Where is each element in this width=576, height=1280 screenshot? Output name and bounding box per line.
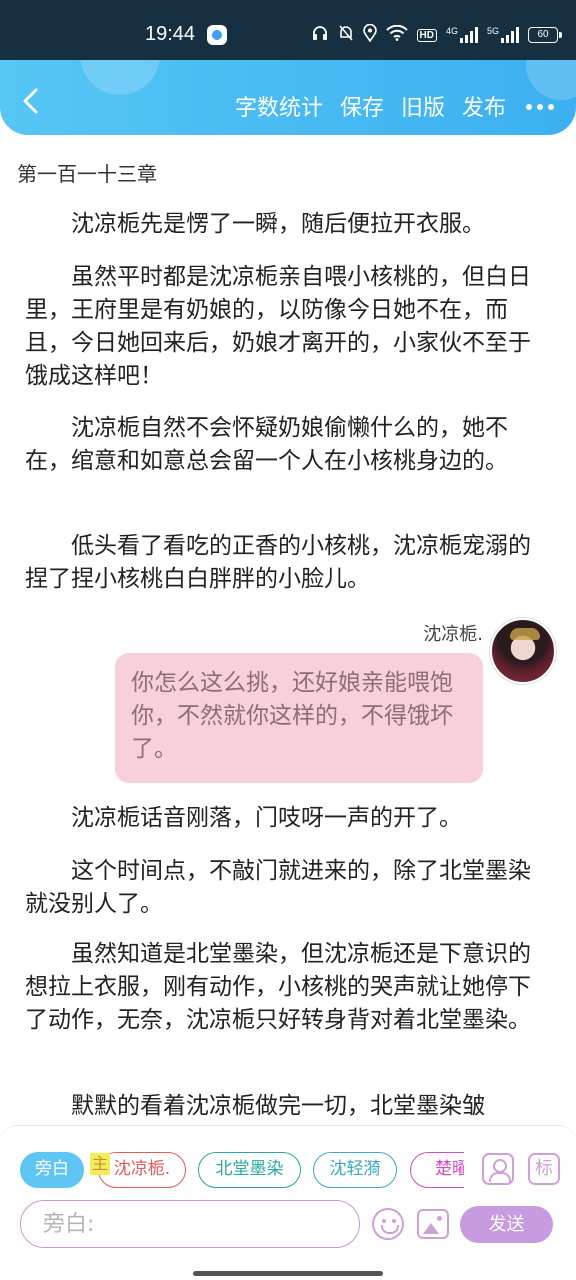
paragraph: 低头看了看吃的正香的小核桃，沈凉栀宠溺的捏了捏小核桃白白胖胖的小脸儿。	[25, 533, 531, 592]
status-bar: 19:44 HD 4G 5G 60	[0, 0, 576, 60]
send-button[interactable]: 发送	[460, 1206, 553, 1243]
dialog-speaker-name: 沈凉栀.	[423, 624, 483, 645]
mute-bell-icon	[338, 24, 354, 46]
role-chip[interactable]: 楚曜	[410, 1152, 464, 1188]
save-button[interactable]: 保存	[340, 90, 384, 122]
status-time: 19:44	[145, 23, 196, 45]
chapter-content[interactable]: 第一百一十三章 沈凉栀先是愣了一瞬，随后便拉开衣服。 虽然平时都是沈凉栀亲自喂小…	[0, 150, 576, 1125]
more-dot-icon	[548, 104, 554, 110]
role-chip[interactable]: 沈凉栀.	[98, 1152, 186, 1188]
speaker-avatar[interactable]	[490, 618, 556, 684]
battery-icon: 60	[528, 27, 562, 43]
headphones-icon	[311, 24, 329, 46]
paragraph: 虽然知道是北堂墨染，但沈凉栀还是下意识的想拉上衣服，刚有动作，小核桃的哭声就让她…	[25, 941, 531, 1033]
text-input-wrapper	[20, 1200, 360, 1248]
role-chip[interactable]: 沈轻漪	[313, 1152, 397, 1188]
app-notification-icon	[207, 25, 227, 45]
more-options-button[interactable]	[526, 102, 554, 110]
decorative-bubble	[80, 60, 160, 95]
dialog-bubble[interactable]: 你怎么这么挑，还好娘亲能喂饱你，不然就你这样的，不得饿坏了。	[115, 653, 483, 783]
paragraph: 虽然平时都是沈凉栀亲自喂小核桃的，但白日里，王府里是有奶娘的，以防像今日她不在，…	[25, 264, 531, 389]
more-dot-icon	[537, 104, 543, 110]
toolbar-actions: 字数统计 保存 旧版 发布	[235, 90, 576, 122]
paragraph: 沈凉栀话音刚落，门吱呀一声的开了。	[71, 805, 462, 831]
main-character-badge: 主	[90, 1153, 111, 1175]
tag-button[interactable]: 标	[528, 1153, 560, 1185]
signal-4g-icon: 4G	[446, 27, 478, 43]
status-icons: HD 4G 5G 60	[311, 22, 562, 48]
more-dot-icon	[526, 104, 532, 110]
role-selector: 旁白 沈凉栀. 北堂墨染 沈轻漪 楚曜	[20, 1152, 464, 1188]
back-button[interactable]	[20, 88, 42, 114]
paragraph: 沈凉栀先是愣了一瞬，随后便拉开衣服。	[71, 211, 485, 237]
chapter-title: 第一百一十三章	[17, 162, 157, 186]
paragraph: 这个时间点，不敲门就进来的，除了北堂墨染就没别人了。	[25, 858, 531, 917]
paragraph: 默默的看着沈凉栀做完一切，北堂墨染皱	[71, 1093, 485, 1119]
word-count-button[interactable]: 字数统计	[235, 90, 323, 122]
hd-voice-icon: HD	[416, 28, 437, 42]
emoji-icon[interactable]	[372, 1208, 404, 1240]
message-input[interactable]	[21, 1201, 359, 1247]
role-chip-narrator[interactable]: 旁白	[20, 1152, 84, 1188]
paragraph: 沈凉栀自然不会怀疑奶娘偷懒什么的，她不在，绾意和如意总会留一个人在小核桃身边的。	[25, 415, 508, 474]
publish-button[interactable]: 发布	[462, 90, 506, 122]
signal-5g-icon: 5G	[487, 27, 519, 43]
chevron-left-icon	[23, 88, 38, 114]
image-icon[interactable]	[417, 1209, 449, 1239]
character-manage-button[interactable]	[482, 1153, 514, 1185]
home-indicator[interactable]	[193, 1271, 383, 1276]
editor-toolbar: 字数统计 保存 旧版 发布	[0, 60, 576, 135]
location-icon	[362, 23, 377, 46]
role-chip[interactable]: 北堂墨染	[198, 1152, 301, 1188]
old-version-button[interactable]: 旧版	[401, 90, 445, 122]
wifi-icon	[385, 24, 408, 45]
